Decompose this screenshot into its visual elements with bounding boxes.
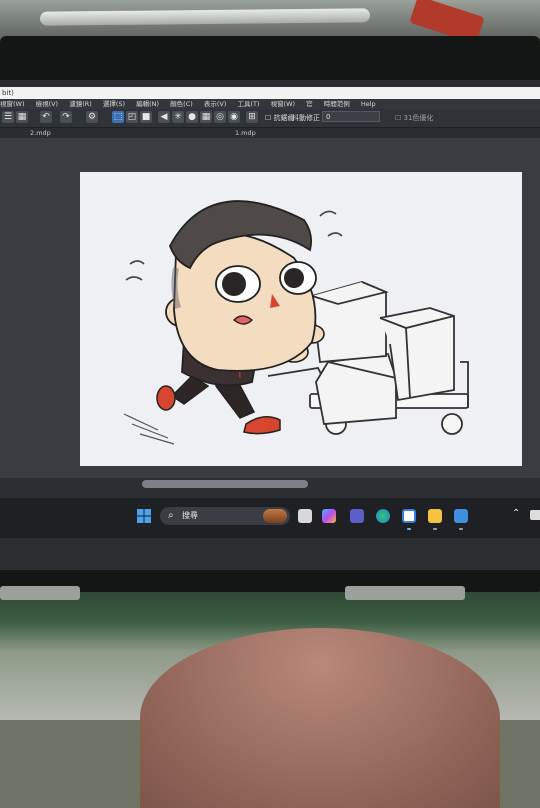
taskbar: ⌕ 搜尋 ⌃ [0,498,540,538]
stabilizer-select[interactable]: 0 [322,111,380,122]
menu-bar: 視窗(W) 檢視(V) 濾鏡(R) 選擇(S) 編輯(N) 顏色(C) 表示(V… [0,99,540,109]
menu-item-filter[interactable]: 濾鏡(R) [69,100,92,108]
tab-2-mdp[interactable]: 2.mdp [30,128,51,138]
screen: bit) 視窗(W) 檢視(V) 濾鏡(R) 選擇(S) 編輯(N) 顏色(C)… [0,80,540,570]
task-view-icon[interactable] [298,509,312,523]
menu-item-window-2[interactable]: 視窗(W) [271,100,296,108]
running-indicator [407,528,411,530]
menu-item-edit[interactable]: 編輯(N) [136,100,159,108]
character-head [165,200,317,372]
toolbar: ☰ ▦ ↶ ↷ ⚙ ⬚ ◰ ■ ◀ ✳ ● ▦ ◎ ◉ ⊞ ☐ 抗鋸齒 抖動修正… [0,109,540,128]
copilot-icon[interactable] [322,509,336,523]
horizontal-scrollbar[interactable] [0,478,540,490]
running-indicator [459,528,463,530]
sparkle-tool-icon[interactable]: ✳ [172,111,184,123]
taskbar-search-box[interactable]: ⌕ 搜尋 [160,507,290,525]
layers-icon[interactable]: ☰ [2,111,14,123]
stabilizer-value: 0 [326,113,331,121]
arrow-tool-icon[interactable]: ◀ [158,111,170,123]
knee [140,628,500,808]
menu-item-display[interactable]: 表示(V) [204,100,227,108]
menu-item-time-lapse[interactable]: 時間范例 [324,100,350,108]
edge-icon[interactable] [376,509,390,523]
dither-checkbox[interactable]: ☐ 31色優化 [395,113,433,123]
stabilizer-label: 抖動修正 [292,114,320,122]
search-highlight-image [263,509,287,523]
chrome-icon[interactable] [402,509,416,523]
ring-tool-icon[interactable]: ◉ [228,111,240,123]
windows-start-icon[interactable] [136,508,152,524]
antialias-checkbox[interactable]: ☐ 抗鋸齒 [265,113,295,123]
search-placeholder: 搜尋 [182,511,198,520]
settings-icon[interactable]: ⚙ [86,111,98,123]
target-tool-icon[interactable]: ◎ [214,111,226,123]
window-title: bit) [2,89,14,97]
grid-icon[interactable]: ▦ [16,111,28,123]
window-title-bar: bit) [0,87,540,99]
menu-item-help[interactable]: Help [361,100,376,108]
undo-icon[interactable]: ↶ [40,111,52,123]
teams-icon[interactable] [350,509,364,523]
menu-item-select[interactable]: 選擇(S) [103,100,125,108]
circle-tool-icon[interactable]: ● [186,111,198,123]
speed-lines [123,413,175,445]
device-foot [345,586,465,600]
rect-tool-icon[interactable]: ■ [140,111,152,123]
artwork [123,200,469,445]
lasso-tool-icon[interactable]: ◰ [126,111,138,123]
paint-app-icon[interactable] [454,509,468,523]
pattern-tool-icon[interactable]: ⊞ [246,111,258,123]
device-foot [0,586,80,600]
redo-icon[interactable]: ↷ [60,111,72,123]
file-explorer-icon[interactable] [428,509,442,523]
scrollbar-thumb[interactable] [142,480,308,488]
menu-item-tools[interactable]: 工具(T) [237,100,259,108]
menu-item-window[interactable]: 視窗(W) [0,100,25,108]
search-icon: ⌕ [168,510,174,521]
document-tabs: 2.mdp 1.mdp [0,128,540,138]
tab-1-mdp[interactable]: 1.mdp [235,128,256,138]
grid-tool-icon[interactable]: ▦ [200,111,212,123]
menu-item-color[interactable]: 顏色(C) [170,100,193,108]
drawing-canvas[interactable] [80,172,522,466]
running-indicator [433,528,437,530]
menu-item-view[interactable]: 檢視(V) [36,100,59,108]
select-tool-icon[interactable]: ⬚ [112,111,124,123]
chevron-up-icon[interactable]: ⌃ [512,508,520,519]
menu-item-misc[interactable]: 官 [306,100,313,108]
tray-app-icon[interactable] [530,510,540,520]
